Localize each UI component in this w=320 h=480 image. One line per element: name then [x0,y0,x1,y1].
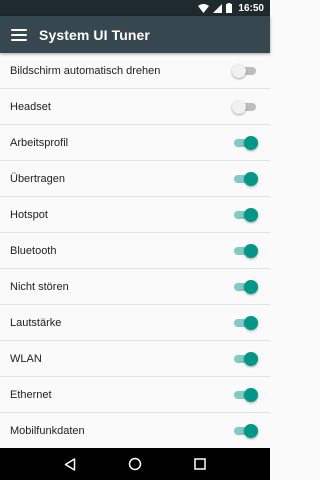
toggle-thumb [244,351,258,366]
setting-label: Bluetooth [10,244,57,257]
setting-row[interactable]: Ethernet [0,377,270,413]
setting-row[interactable]: Hotspot [0,197,270,233]
wifi-icon [198,3,210,13]
setting-label: Hotspot [10,208,48,221]
toggle-switch[interactable] [234,207,258,222]
home-icon[interactable] [125,454,145,474]
back-icon[interactable] [60,454,80,474]
hamburger-menu-icon[interactable] [11,28,27,42]
toggle-switch[interactable] [234,423,258,438]
toggle-switch[interactable] [232,63,258,78]
toggle-thumb [244,315,258,330]
toggle-switch[interactable] [234,135,258,150]
setting-label: Headset [10,100,51,113]
setting-label: Bildschirm automatisch drehen [10,64,161,77]
setting-row[interactable]: Arbeitsprofil [0,125,270,161]
setting-label: Lautstärke [10,316,62,329]
setting-row[interactable]: WLAN [0,341,270,377]
toggle-switch[interactable] [232,99,258,114]
status-bar: 16:50 [0,0,270,16]
toggle-thumb [244,207,258,222]
setting-row[interactable]: Übertragen [0,161,270,197]
toggle-switch[interactable] [234,171,258,186]
toggle-thumb [232,63,246,78]
toggle-switch[interactable] [234,351,258,366]
setting-label: Mobilfunkdaten [10,424,85,437]
toggle-switch[interactable] [234,279,258,294]
setting-row[interactable]: Bildschirm automatisch drehen [0,53,270,89]
toggle-switch[interactable] [234,243,258,258]
toggle-thumb [244,387,258,402]
toggle-thumb [244,423,258,438]
setting-row[interactable]: Nicht stören [0,269,270,305]
setting-row[interactable]: Bluetooth [0,233,270,269]
toggle-switch[interactable] [234,315,258,330]
battery-icon [226,3,233,13]
setting-label: Arbeitsprofil [10,136,69,149]
signal-icon [213,3,223,13]
toggle-switch[interactable] [234,387,258,402]
navigation-bar [0,448,270,480]
page-title: System UI Tuner [39,26,150,43]
app-toolbar: System UI Tuner [0,16,270,53]
setting-label: WLAN [10,352,42,365]
toggle-thumb [244,135,258,150]
setting-row[interactable]: Lautstärke [0,305,270,341]
toggle-thumb [232,99,246,114]
toggle-thumb [244,279,258,294]
setting-label: Nicht stören [10,280,69,293]
setting-label: Ethernet [10,388,52,401]
setting-label: Übertragen [10,172,66,185]
setting-row[interactable]: Headset [0,89,270,125]
toggle-thumb [244,243,258,258]
setting-row[interactable]: Mobilfunkdaten [0,413,270,449]
toggle-thumb [244,171,258,186]
recents-icon[interactable] [190,454,210,474]
settings-list: Bildschirm automatisch drehen Headset Arbe… [0,53,270,449]
status-time: 16:50 [238,2,264,14]
